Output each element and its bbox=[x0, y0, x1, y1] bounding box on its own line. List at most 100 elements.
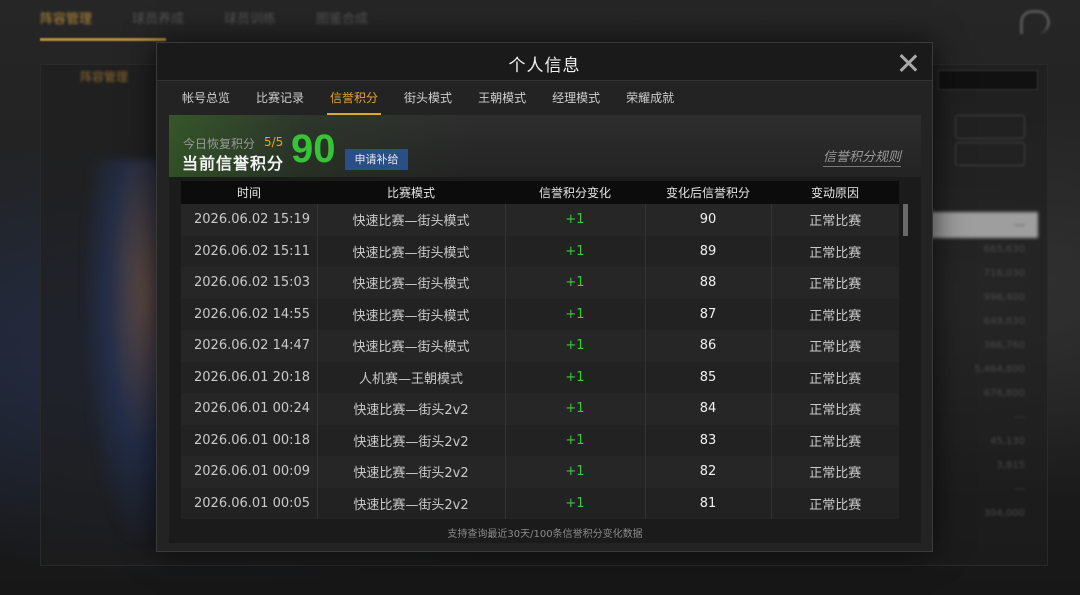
header-reason: 变动原因 bbox=[771, 181, 899, 204]
cell-time: 2026.06.02 14:47 bbox=[181, 330, 318, 362]
personal-info-modal: 个人信息 帐号总览 比赛记录 信誉积分 街头模式 王朝模式 经理模式 荣耀成就 … bbox=[156, 42, 933, 552]
cell-mode: 快速比赛—街头2v2 bbox=[317, 456, 506, 488]
table-scrollbar-track[interactable] bbox=[903, 204, 908, 521]
cell-time: 2026.06.01 20:18 bbox=[181, 361, 318, 393]
credit-history-table: 时间 比赛模式 信誉积分变化 变化后信誉积分 变动原因 2026.06.02 1… bbox=[181, 181, 899, 519]
cell-reason: 正常比赛 bbox=[771, 330, 899, 362]
credit-rules-link[interactable]: 信誉积分规则 bbox=[822, 146, 901, 167]
cell-reason: 正常比赛 bbox=[771, 235, 899, 267]
cell-change: +1 bbox=[505, 204, 646, 236]
tab-street-mode[interactable]: 街头模式 bbox=[391, 81, 465, 115]
bg-value: --- bbox=[1014, 484, 1025, 495]
tab-honor-achievements[interactable]: 荣耀成就 bbox=[613, 81, 687, 115]
credit-banner: 今日恢复积分 5/5 当前信誉积分 90 申请补给 信誉积分规则 bbox=[169, 115, 921, 177]
table-row: 2026.06.02 15:11 快速比赛—街头模式 +1 89 正常比赛 bbox=[181, 235, 899, 267]
bg-nav-item: 图鉴合成 bbox=[316, 12, 369, 27]
tab-dynasty-mode[interactable]: 王朝模式 bbox=[465, 81, 539, 115]
cell-after: 84 bbox=[645, 393, 772, 425]
header-time: 时间 bbox=[181, 181, 317, 204]
bg-button bbox=[955, 142, 1025, 166]
cell-time: 2026.06.02 15:19 bbox=[181, 204, 318, 236]
cell-change: +1 bbox=[505, 424, 646, 456]
credit-history-table-wrap[interactable]: 时间 比赛模式 信誉积分变化 变化后信誉积分 变动原因 2026.06.02 1… bbox=[181, 181, 908, 521]
cell-change: +1 bbox=[505, 393, 646, 425]
cell-reason: 正常比赛 bbox=[771, 424, 899, 456]
bg-value-list: --- 665,630 716,030 996,400 649,830 366,… bbox=[974, 220, 1025, 519]
close-icon[interactable] bbox=[896, 51, 920, 75]
tab-manager-mode[interactable]: 经理模式 bbox=[539, 81, 613, 115]
tab-account-overview[interactable]: 帐号总览 bbox=[169, 81, 243, 115]
cell-mode: 快速比赛—街头2v2 bbox=[317, 393, 506, 425]
bg-value: 676,800 bbox=[983, 388, 1025, 399]
bg-nav-item: 球员训练 bbox=[224, 12, 277, 27]
table-row: 2026.06.01 20:18 人机赛—王朝模式 +1 85 正常比赛 bbox=[181, 361, 899, 393]
bg-button bbox=[955, 115, 1025, 139]
cell-reason: 正常比赛 bbox=[771, 487, 899, 519]
cell-after: 90 bbox=[645, 204, 772, 236]
today-recovery-count: 5/5 bbox=[264, 135, 284, 149]
bg-value: 5,464,800 bbox=[974, 364, 1025, 375]
cell-after: 87 bbox=[645, 298, 772, 330]
cell-mode: 快速比赛—街头2v2 bbox=[317, 424, 506, 456]
bg-subtab: 阵容管理 bbox=[80, 70, 129, 84]
cell-reason: 正常比赛 bbox=[771, 298, 899, 330]
query-limit-note: 支持查询最近30天/100条信誉积分变化数据 bbox=[447, 529, 643, 540]
cell-time: 2026.06.01 00:18 bbox=[181, 424, 318, 456]
modal-title: 个人信息 bbox=[508, 56, 581, 76]
tab-bar: 帐号总览 比赛记录 信誉积分 街头模式 王朝模式 经理模式 荣耀成就 bbox=[169, 81, 687, 115]
table-scrollbar-thumb[interactable] bbox=[903, 204, 908, 236]
table-row: 2026.06.01 00:05 快速比赛—街头2v2 +1 81 正常比赛 bbox=[181, 487, 899, 519]
bg-value: 3,815 bbox=[996, 460, 1025, 471]
cell-mode: 快速比赛—街头模式 bbox=[317, 298, 506, 330]
credit-score-panel: 今日恢复积分 5/5 当前信誉积分 90 申请补给 信誉积分规则 时间 比赛模式… bbox=[169, 115, 921, 543]
cell-reason: 正常比赛 bbox=[771, 204, 899, 236]
cell-change: +1 bbox=[505, 456, 646, 488]
table-row: 2026.06.02 15:03 快速比赛—街头模式 +1 88 正常比赛 bbox=[181, 267, 899, 299]
cell-after: 81 bbox=[645, 487, 772, 519]
bg-nav-item: 阵容管理 bbox=[40, 12, 93, 27]
bg-value: --- bbox=[1014, 412, 1025, 423]
background-top-nav: 阵容管理 球员养成 球员训练 图鉴合成 bbox=[40, 8, 368, 27]
current-score-value: 90 bbox=[291, 127, 336, 171]
cell-reason: 正常比赛 bbox=[771, 456, 899, 488]
cell-after: 86 bbox=[645, 330, 772, 362]
cell-reason: 正常比赛 bbox=[771, 361, 899, 393]
tab-match-records[interactable]: 比赛记录 bbox=[243, 81, 317, 115]
bg-value: 366,760 bbox=[983, 340, 1025, 351]
cell-time: 2026.06.01 00:05 bbox=[181, 487, 318, 519]
table-header-row: 时间 比赛模式 信誉积分变化 变化后信誉积分 变动原因 bbox=[181, 181, 899, 204]
cell-time: 2026.06.02 15:03 bbox=[181, 267, 318, 299]
cell-change: +1 bbox=[505, 487, 646, 519]
bg-value: 716,030 bbox=[983, 268, 1025, 279]
bg-value: 304,000 bbox=[983, 508, 1025, 519]
table-row: 2026.06.02 14:47 快速比赛—街头模式 +1 86 正常比赛 bbox=[181, 330, 899, 362]
tab-credit-score[interactable]: 信誉积分 bbox=[317, 81, 391, 115]
table-row: 2026.06.02 15:19 快速比赛—街头模式 +1 90 正常比赛 bbox=[181, 204, 899, 236]
table-row: 2026.06.01 00:09 快速比赛—街头2v2 +1 82 正常比赛 bbox=[181, 456, 899, 488]
cell-after: 89 bbox=[645, 235, 772, 267]
cell-reason: 正常比赛 bbox=[771, 267, 899, 299]
cell-after: 82 bbox=[645, 456, 772, 488]
modal-header: 个人信息 bbox=[157, 43, 932, 81]
header-change: 信誉积分变化 bbox=[505, 181, 645, 204]
header-after: 变化后信誉积分 bbox=[645, 181, 771, 204]
bg-value: 45,130 bbox=[990, 436, 1025, 447]
cell-change: +1 bbox=[505, 330, 646, 362]
table-row: 2026.06.01 00:18 快速比赛—街头2v2 +1 83 正常比赛 bbox=[181, 424, 899, 456]
bg-nav-item: 球员养成 bbox=[132, 12, 185, 27]
bg-dropdown bbox=[938, 70, 1038, 90]
cell-reason: 正常比赛 bbox=[771, 393, 899, 425]
apply-supply-button[interactable]: 申请补给 bbox=[345, 149, 408, 170]
cell-after: 83 bbox=[645, 424, 772, 456]
cell-time: 2026.06.02 15:11 bbox=[181, 235, 318, 267]
cell-after: 88 bbox=[645, 267, 772, 299]
bg-value: 996,400 bbox=[983, 292, 1025, 303]
bg-value: 665,630 bbox=[983, 244, 1025, 255]
table-row: 2026.06.01 00:24 快速比赛—街头2v2 +1 84 正常比赛 bbox=[181, 393, 899, 425]
cell-mode: 快速比赛—街头2v2 bbox=[317, 487, 506, 519]
bg-nav-underline bbox=[40, 38, 166, 41]
cell-time: 2026.06.01 00:09 bbox=[181, 456, 318, 488]
back-icon bbox=[1020, 10, 1050, 34]
cell-mode: 人机赛—王朝模式 bbox=[317, 361, 506, 393]
cell-change: +1 bbox=[505, 267, 646, 299]
